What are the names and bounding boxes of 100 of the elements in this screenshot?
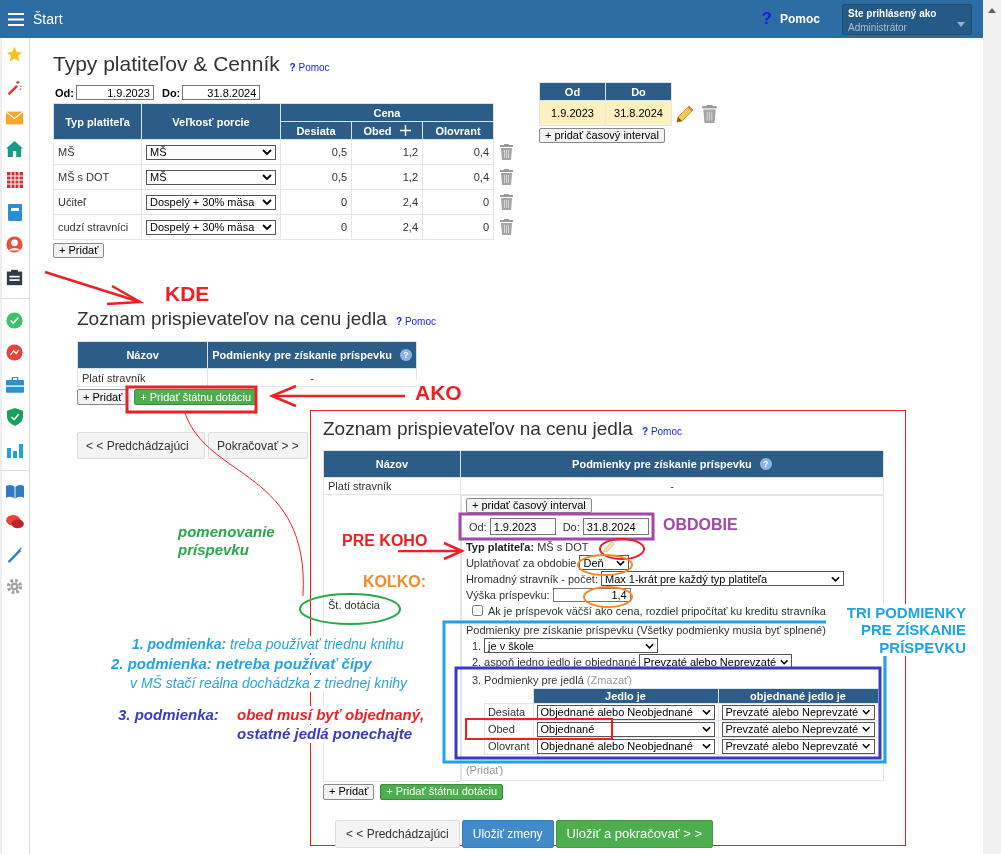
portion-select[interactable]: Dospelý + 30% mäsa <box>146 194 276 210</box>
help-link[interactable]: ? Pomoc <box>396 316 436 327</box>
conditions-heading: Podmienky pre získanie príspevku (Všetky podmienky musia byť splnené): <box>465 622 829 637</box>
portion-select[interactable]: MŠ <box>146 144 276 160</box>
column-header: Od <box>539 82 606 101</box>
trash-icon[interactable] <box>500 194 513 210</box>
previous-button[interactable]: < < Predchádzajúci <box>335 819 460 848</box>
user-menu[interactable]: Ste prihlásený ako Administrátor <box>842 3 972 35</box>
person-icon[interactable] <box>6 236 23 253</box>
envelope-icon[interactable] <box>6 111 23 125</box>
book-icon[interactable] <box>5 483 24 499</box>
briefcase-icon[interactable] <box>5 376 24 393</box>
list-number: 3. <box>471 674 482 686</box>
caret-icon <box>957 21 965 27</box>
clipboard-icon[interactable] <box>6 268 23 286</box>
meal-select[interactable]: Prevzaté alebo Neprevzaté <box>721 738 875 754</box>
meal-select[interactable]: Objednané <box>536 721 715 737</box>
table-cell: 2,4 <box>351 214 423 240</box>
table-cell: 0 <box>422 189 494 215</box>
annotation-label: ostatné jedlá ponechajte <box>237 725 413 743</box>
table-cell: cudzí stravníci <box>53 214 142 240</box>
list-number: 1. <box>471 639 482 652</box>
column-header: Jedlo je <box>533 688 718 704</box>
field-label: Hromadný stravník - počet: <box>465 572 598 585</box>
table-cell: 0 <box>280 214 352 240</box>
meal-select[interactable]: Prevzaté alebo Neprevzaté <box>721 704 875 720</box>
chevron-icon <box>645 642 655 649</box>
pencil-icon[interactable] <box>603 540 616 553</box>
scroll-up-icon[interactable] <box>988 8 996 13</box>
table-cell: Učiteľ <box>53 189 142 215</box>
check-circle-icon[interactable] <box>6 311 23 329</box>
previous-button[interactable]: < < Predchádzajúci <box>77 432 205 459</box>
chevron-icon <box>616 559 626 566</box>
date-field[interactable]: 1.9.2023 <box>75 85 154 100</box>
column-header: Podmienky pre získanie príspevku ? <box>460 450 884 478</box>
pen-icon[interactable] <box>6 545 23 563</box>
portion-select[interactable]: Dospelý + 30% mäsa <box>146 219 276 235</box>
portion-select[interactable]: MŠ <box>146 169 276 185</box>
trash-icon[interactable] <box>500 144 513 160</box>
table-cell: 0 <box>422 214 494 240</box>
column-header: Názov <box>77 341 208 369</box>
help-link[interactable]: ? Pomoc <box>761 9 820 29</box>
continue-button[interactable]: Pokračovať > > <box>208 432 308 459</box>
magic-wand-icon[interactable] <box>6 78 23 96</box>
meal-select[interactable]: Objednané alebo Neobjednané <box>536 704 715 720</box>
help-link[interactable]: ? Pomoc <box>289 62 330 73</box>
home-link[interactable]: Štart <box>33 11 63 27</box>
chevron-icon <box>262 224 272 230</box>
add-button[interactable]: + Pridať <box>53 243 105 258</box>
date-field[interactable]: 31.8.2024 <box>582 518 649 535</box>
trash-icon[interactable] <box>702 105 717 123</box>
table-cell: MŠ <box>53 139 142 165</box>
field-label: Výška príspevku: <box>465 588 550 601</box>
highlight-ellipse <box>577 554 633 576</box>
settings-icon[interactable] <box>6 578 23 595</box>
star-icon[interactable] <box>6 46 23 63</box>
help-link[interactable]: ? Pomoc <box>642 426 682 437</box>
add-interval-button[interactable]: + pridať časový interval <box>539 128 665 143</box>
add-button[interactable]: + Pridať <box>323 783 375 800</box>
field-label: Typ platiteľa: <box>465 540 535 553</box>
table-cell: 0,4 <box>422 139 494 165</box>
date-field[interactable]: 1.9.2023 <box>489 518 556 535</box>
bar-chart-icon[interactable] <box>6 441 23 458</box>
notebook-icon[interactable] <box>7 203 22 221</box>
meal-select[interactable]: Prevzaté alebo Neprevzaté <box>721 721 875 737</box>
chevron-icon <box>780 658 789 665</box>
save-button[interactable]: Uložiť zmeny <box>461 819 554 848</box>
checkbox[interactable] <box>471 605 483 616</box>
chevron-icon <box>262 174 272 180</box>
annotation-label: TRI PODMIENKY PRE ZÍSKANIE PRÍSPEVKU <box>826 604 966 656</box>
table-cell: Olovrant <box>484 737 533 755</box>
house-icon[interactable] <box>6 140 23 157</box>
table-cell: 0,5 <box>280 164 352 190</box>
plus-icon[interactable] <box>399 125 411 136</box>
column-header: Veľkosť porcie <box>141 103 281 140</box>
chevron-icon <box>701 743 711 749</box>
date-field[interactable]: 31.8.2024 <box>182 85 261 100</box>
table-cell: 0,4 <box>422 164 494 190</box>
amount-field[interactable]: 1,4 <box>552 587 631 602</box>
table-cell: 0 <box>280 189 352 215</box>
trash-icon[interactable] <box>500 169 513 185</box>
condition-select[interactable]: je v škole <box>484 638 659 653</box>
table-cell: Št. dotácia <box>328 599 380 611</box>
meal-select[interactable]: Objednané alebo Neobjednané <box>536 738 715 754</box>
pencil-icon[interactable] <box>676 105 694 123</box>
chart-circle-icon[interactable] <box>6 344 23 361</box>
trash-icon[interactable] <box>500 219 513 235</box>
menu-icon[interactable] <box>8 12 24 26</box>
calendar-icon[interactable] <box>6 172 23 188</box>
scrollbar[interactable] <box>983 0 1001 854</box>
chat-icon[interactable] <box>5 514 24 530</box>
table-cell: - <box>460 477 884 495</box>
shield-icon[interactable] <box>6 408 23 426</box>
chevron-icon <box>831 575 840 582</box>
bulk-select[interactable]: Max 1-krát pre každý typ platiteľa <box>601 571 844 586</box>
list-number: 2. <box>471 655 482 668</box>
section-title: Zoznam prispievateľov na cenu jedla ? Pomoc <box>323 418 683 440</box>
add-interval-button[interactable]: + pridať časový interval <box>465 498 592 513</box>
add-button[interactable]: + Pridať <box>77 389 129 405</box>
checkbox-label: Ak je príspevok väčší ako cena, rozdiel pripočítať ku kreditu stravníka <box>487 604 826 617</box>
